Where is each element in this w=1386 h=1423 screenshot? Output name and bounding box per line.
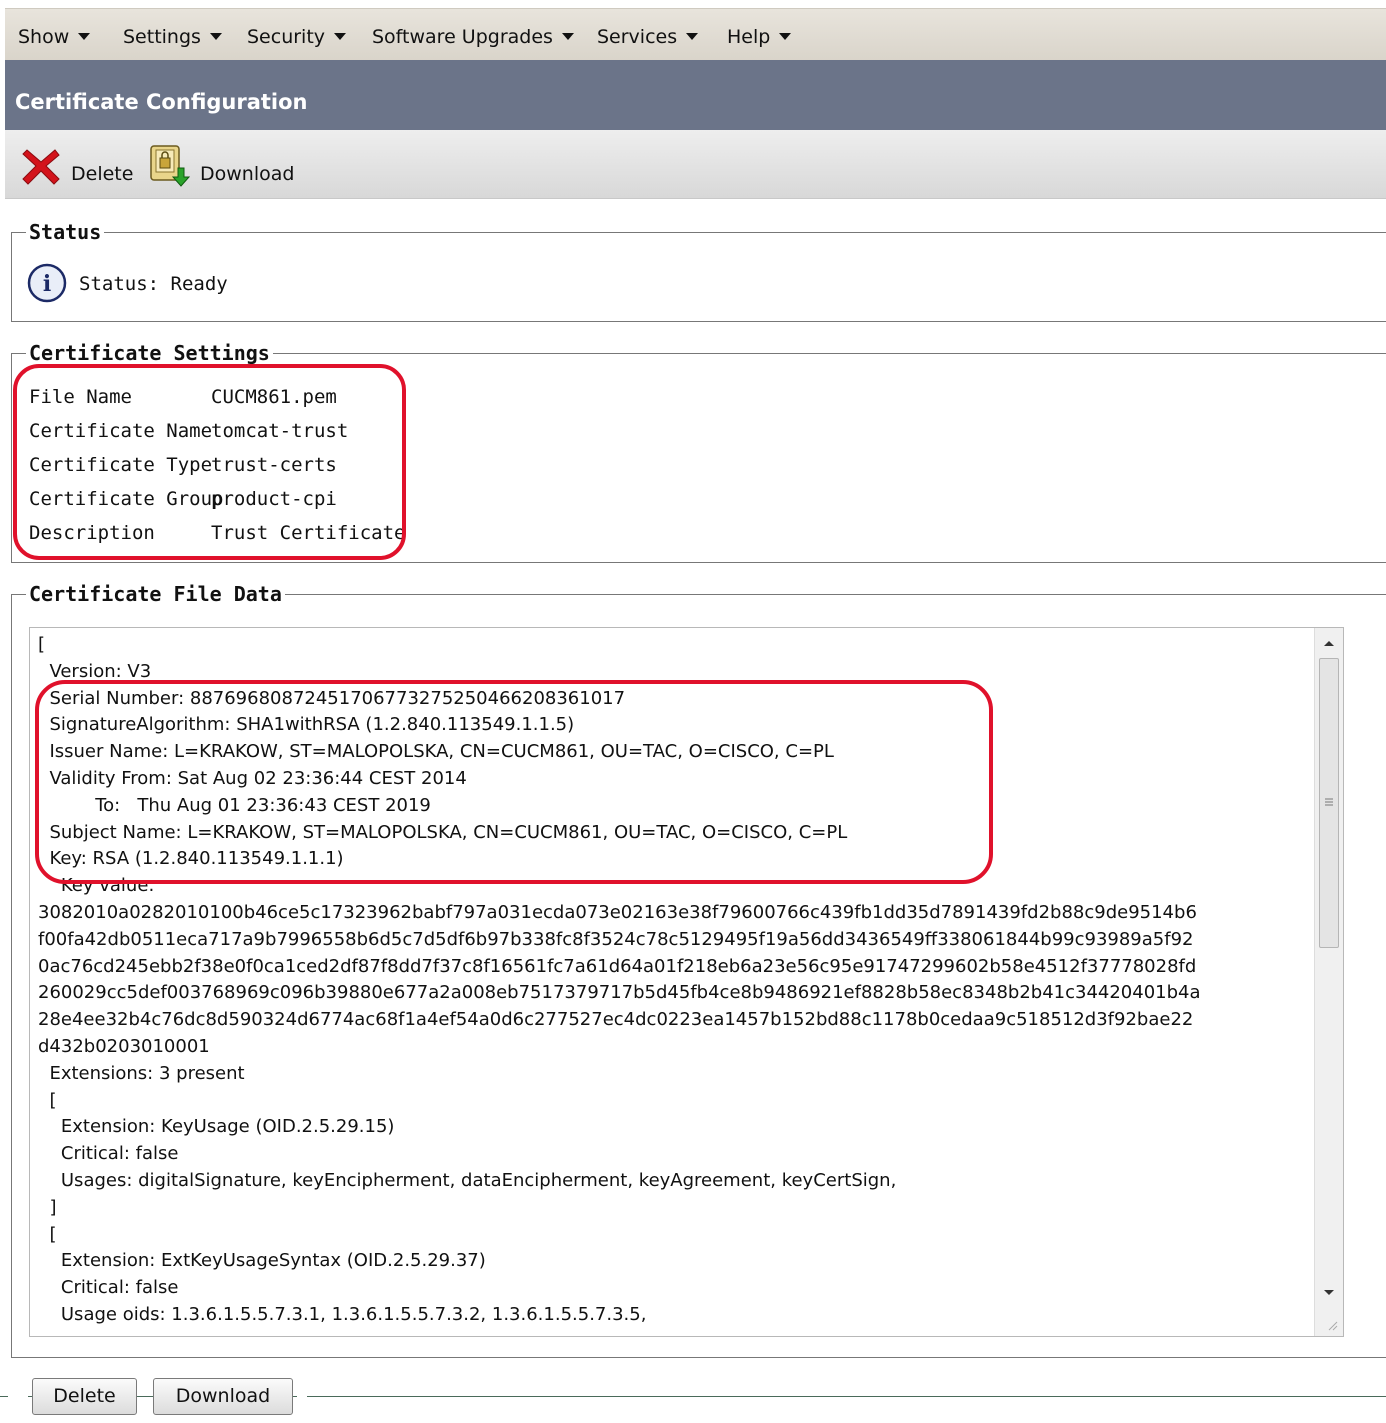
scrollbar-thumb[interactable] bbox=[1319, 658, 1339, 948]
certificate-data-line: f00fa42db0511eca717a9b7996558b6d5c7d5df6… bbox=[38, 928, 1194, 950]
certificate-data-line: [ bbox=[38, 634, 46, 655]
toolbar-download-button[interactable]: Download bbox=[145, 140, 295, 190]
grip-icon bbox=[1325, 798, 1333, 806]
certificate-data-line: Usage oids: 1.3.6.1.5.5.7.3.1, 1.3.6.1.5… bbox=[38, 1304, 647, 1325]
certificate-data-line: Extensions: 3 present bbox=[38, 1062, 245, 1084]
menu-security[interactable]: Security bbox=[247, 26, 347, 48]
file-name-label: File Name bbox=[29, 386, 132, 408]
certificate-type-value: trust-certs bbox=[211, 454, 337, 476]
certificate-data-line: Key value: bbox=[38, 875, 155, 897]
chevron-down-icon bbox=[209, 33, 222, 40]
certificate-data-line: 3082010a0282010100b46ce5c17323962babf797… bbox=[38, 902, 1197, 923]
certificate-data-line: Subject Name: L=KRAKOW, ST=MALOPOLSKA, C… bbox=[38, 821, 848, 843]
bottom-delete-button[interactable]: Delete bbox=[32, 1378, 137, 1415]
status-section: Status i Status: Ready bbox=[11, 220, 1386, 322]
menu-show-label: Show bbox=[18, 26, 70, 48]
scroll-down-arrow-icon[interactable] bbox=[1322, 1288, 1336, 1298]
certificate-data-line: Usages: digitalSignature, keyEnciphermen… bbox=[38, 1170, 897, 1191]
certificate-data-line: Critical: false bbox=[38, 1143, 179, 1165]
delete-icon bbox=[22, 149, 60, 185]
toolbar-delete-label: Delete bbox=[71, 163, 134, 185]
menu-settings-label: Settings bbox=[123, 26, 201, 48]
certificate-data-line: Serial Number: 8876968087245170677327525… bbox=[38, 687, 626, 709]
certificate-data-line: Issuer Name: L=KRAKOW, ST=MALOPOLSKA, CN… bbox=[38, 741, 834, 763]
svg-text:i: i bbox=[43, 271, 51, 297]
certificate-data-line: Extension: ExtKeyUsageSyntax (OID.2.5.29… bbox=[38, 1250, 486, 1272]
certificate-data-line: Critical: false bbox=[38, 1277, 179, 1299]
certificate-data-line: d432b0203010001 bbox=[38, 1036, 210, 1057]
certificate-data-line: SignatureAlgorithm: SHA1withRSA (1.2.840… bbox=[38, 714, 575, 736]
chevron-down-icon bbox=[561, 33, 574, 40]
certificate-name-label: Certificate Name bbox=[29, 420, 213, 442]
certificate-data-line: [ bbox=[38, 1089, 57, 1111]
menu-settings[interactable]: Settings bbox=[123, 26, 222, 48]
certificate-data-line: [ bbox=[38, 1223, 57, 1245]
certificate-data-line: To: Thu Aug 01 23:36:43 CEST 2019 bbox=[38, 794, 431, 816]
menu-show[interactable]: Show bbox=[18, 26, 91, 48]
scroll-up-arrow-icon[interactable] bbox=[1322, 638, 1336, 648]
certificate-file-data-textarea[interactable]: [ Version: V3 Serial Number: 88769680872… bbox=[29, 627, 1344, 1337]
menu-security-label: Security bbox=[247, 26, 326, 48]
chevron-down-icon bbox=[334, 33, 347, 40]
toolbar-delete-button[interactable]: Delete bbox=[17, 140, 133, 190]
description-value: Trust Certificate bbox=[211, 522, 406, 544]
menu-help-label: Help bbox=[727, 26, 771, 48]
top-menu-bar: Show Settings Security Software Upgrades… bbox=[5, 8, 1386, 61]
toolbar-download-label: Download bbox=[200, 163, 295, 185]
certificate-data-line: Version: V3 bbox=[38, 660, 152, 682]
chevron-down-icon bbox=[779, 33, 792, 40]
resize-grip-icon[interactable] bbox=[1325, 1318, 1339, 1332]
status-legend: Status bbox=[26, 220, 105, 244]
description-label: Description bbox=[29, 522, 155, 544]
toolbar: Delete Download bbox=[5, 130, 1386, 199]
certificate-group-value: product-cpi bbox=[211, 488, 337, 510]
certificate-file-data-legend: Certificate File Data bbox=[26, 582, 285, 606]
certificate-type-label: Certificate Type bbox=[29, 454, 213, 476]
certificate-data-line: Extension: KeyUsage (OID.2.5.29.15) bbox=[38, 1116, 395, 1138]
menu-services-label: Services bbox=[597, 26, 678, 48]
info-icon: i bbox=[27, 263, 67, 303]
download-certificate-icon bbox=[150, 145, 191, 187]
bottom-download-button[interactable]: Download bbox=[153, 1378, 293, 1415]
menu-help[interactable]: Help bbox=[727, 26, 792, 48]
vertical-scrollbar[interactable] bbox=[1314, 628, 1343, 1336]
certificate-group-label: Certificate Group bbox=[29, 488, 224, 510]
title-bar: Certificate Configuration bbox=[5, 60, 1386, 130]
menu-software-upgrades-label: Software Upgrades bbox=[372, 26, 553, 48]
certificate-data-line: Validity From: Sat Aug 02 23:36:44 CEST … bbox=[38, 768, 467, 789]
menu-services[interactable]: Services bbox=[597, 26, 699, 48]
certificate-data-line: 0ac76cd245ebb2f38e0f0ca1ced2df87f8dd7f37… bbox=[38, 955, 1197, 977]
certificate-data-line: Key: RSA (1.2.840.113549.1.1.1) bbox=[38, 848, 344, 870]
certificate-data-line: 260029cc5def003768969c096b39880e677a2a00… bbox=[38, 982, 1201, 1004]
status-text: Status: Ready bbox=[79, 273, 228, 295]
chevron-down-icon bbox=[686, 33, 699, 40]
certificate-settings-legend: Certificate Settings bbox=[26, 341, 273, 365]
file-name-value: CUCM861.pem bbox=[211, 386, 337, 408]
page-title: Certificate Configuration bbox=[15, 90, 308, 114]
chevron-down-icon bbox=[78, 33, 91, 40]
certificate-data-line: ] bbox=[38, 1196, 57, 1218]
certificate-data-line: 28e4ee32b4c76dc8d590324d6774ac68f1a4ef54… bbox=[38, 1009, 1194, 1031]
menu-software-upgrades[interactable]: Software Upgrades bbox=[372, 26, 574, 48]
certificate-name-value: tomcat-trust bbox=[211, 420, 349, 442]
